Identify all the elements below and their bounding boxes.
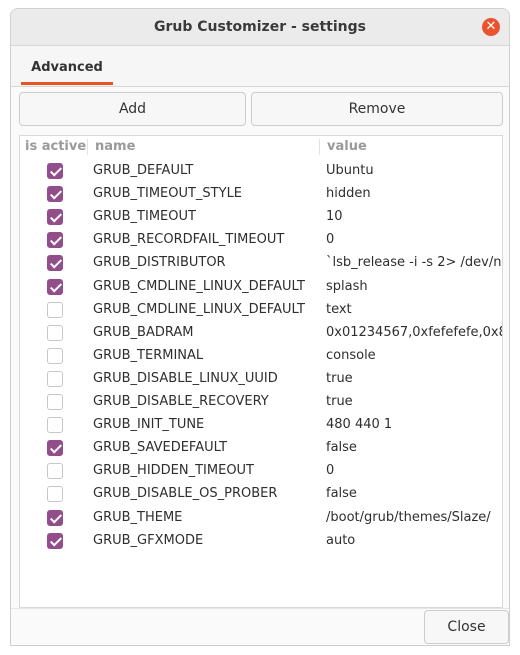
setting-name[interactable]: GRUB_DISTRIBUTOR — [93, 255, 226, 270]
active-checkbox[interactable] — [47, 163, 63, 179]
table-row[interactable]: GRUB_BADRAM 0x01234567,0xfefefefe,0x8 — [20, 322, 502, 345]
setting-name[interactable]: GRUB_INIT_TUNE — [93, 417, 204, 432]
setting-name[interactable]: GRUB_THEME — [93, 510, 182, 525]
table-row[interactable]: GRUB_TIMEOUT_STYLE hidden — [20, 183, 502, 206]
setting-value[interactable]: 0 — [326, 232, 334, 247]
active-checkbox[interactable] — [47, 417, 63, 434]
add-button[interactable]: Add — [19, 92, 246, 126]
table-row[interactable]: GRUB_RECORDFAIL_TIMEOUT 0 — [20, 229, 502, 252]
column-separator — [319, 139, 320, 155]
column-header-value[interactable]: value — [327, 139, 367, 154]
active-checkbox[interactable] — [47, 440, 63, 457]
setting-value[interactable]: 0x01234567,0xfefefefe,0x8 — [326, 325, 502, 340]
setting-name[interactable]: GRUB_CMDLINE_LINUX_DEFAULT — [93, 279, 305, 294]
table-row[interactable]: GRUB_GFXMODE auto — [20, 530, 502, 553]
setting-name[interactable]: GRUB_CMDLINE_LINUX_DEFAULT — [93, 302, 305, 317]
active-checkbox[interactable] — [47, 463, 63, 480]
setting-value[interactable]: true — [326, 371, 353, 386]
setting-name[interactable]: GRUB_DISABLE_RECOVERY — [93, 394, 269, 409]
column-header-active[interactable]: is active — [25, 139, 86, 154]
window-close-icon[interactable]: ✕ — [482, 18, 500, 36]
setting-name[interactable]: GRUB_SAVEDEFAULT — [93, 440, 227, 455]
setting-value[interactable]: `lsb_release -i -s 2> /dev/nu — [326, 255, 502, 270]
table-row[interactable]: GRUB_DISABLE_LINUX_UUID true — [20, 368, 502, 391]
setting-name[interactable]: GRUB_BADRAM — [93, 325, 193, 340]
setting-value[interactable]: 0 — [326, 463, 334, 478]
setting-name[interactable]: GRUB_RECORDFAIL_TIMEOUT — [93, 232, 284, 247]
setting-name[interactable]: GRUB_DEFAULT — [93, 163, 193, 178]
setting-value[interactable]: 480 440 1 — [326, 417, 392, 432]
active-checkbox[interactable] — [47, 278, 63, 295]
active-checkbox[interactable] — [47, 232, 63, 249]
active-checkbox[interactable] — [47, 255, 63, 272]
title-bar: Grub Customizer - settings ✕ — [11, 9, 509, 46]
active-checkbox[interactable] — [47, 186, 63, 203]
close-button[interactable]: Close — [424, 610, 509, 644]
setting-value[interactable]: console — [326, 348, 376, 363]
setting-name[interactable]: GRUB_TIMEOUT — [93, 209, 196, 224]
table-row[interactable]: GRUB_TERMINAL console — [20, 345, 502, 368]
tab-advanced[interactable]: Advanced — [21, 56, 113, 85]
settings-table: is active name value GRUB_DEFAULT Ubuntu G… — [19, 135, 503, 608]
setting-value[interactable]: 10 — [326, 209, 343, 224]
window-title: Grub Customizer - settings — [154, 19, 366, 35]
setting-name[interactable]: GRUB_DISABLE_LINUX_UUID — [93, 371, 278, 386]
table-row[interactable]: GRUB_DISABLE_RECOVERY true — [20, 391, 502, 414]
column-header-name[interactable]: name — [95, 139, 135, 154]
setting-value[interactable]: text — [326, 302, 352, 317]
table-row[interactable]: GRUB_DISABLE_OS_PROBER false — [20, 483, 502, 506]
tab-bar: Advanced — [11, 46, 509, 87]
footer-divider — [11, 608, 509, 609]
setting-value[interactable]: Ubuntu — [326, 163, 374, 178]
settings-window: Grub Customizer - settings ✕ Advanced Ad… — [10, 8, 510, 646]
setting-name[interactable]: GRUB_HIDDEN_TIMEOUT — [93, 463, 254, 478]
table-row[interactable]: GRUB_HIDDEN_TIMEOUT 0 — [20, 460, 502, 483]
setting-name[interactable]: GRUB_GFXMODE — [93, 533, 203, 548]
active-checkbox[interactable] — [47, 347, 63, 364]
table-header: is active name value — [20, 136, 502, 158]
active-checkbox[interactable] — [47, 324, 63, 341]
table-row[interactable]: GRUB_TIMEOUT 10 — [20, 206, 502, 229]
setting-name[interactable]: GRUB_TERMINAL — [93, 348, 203, 363]
table-row[interactable]: GRUB_CMDLINE_LINUX_DEFAULT splash — [20, 276, 502, 299]
active-checkbox[interactable] — [47, 301, 63, 318]
table-row[interactable]: GRUB_DEFAULT Ubuntu — [20, 160, 502, 183]
advanced-panel: Add Remove is active name value GRUB_DEF… — [11, 87, 509, 645]
active-checkbox[interactable] — [47, 486, 63, 503]
table-row[interactable]: GRUB_CMDLINE_LINUX_DEFAULT text — [20, 299, 502, 322]
active-checkbox[interactable] — [47, 370, 63, 387]
setting-value[interactable]: /boot/grub/themes/Slaze/ — [326, 510, 491, 525]
table-row[interactable]: GRUB_SAVEDEFAULT false — [20, 437, 502, 460]
active-checkbox[interactable] — [47, 394, 63, 410]
setting-value[interactable]: splash — [326, 279, 368, 294]
setting-value[interactable]: hidden — [326, 186, 371, 201]
table-row[interactable]: GRUB_THEME/boot/grub/themes/Slaze/ — [20, 507, 502, 530]
active-checkbox[interactable] — [47, 532, 63, 549]
column-separator — [87, 139, 88, 155]
active-checkbox[interactable] — [47, 209, 63, 226]
table-row[interactable]: GRUB_DISTRIBUTOR `lsb_release -i -s 2> /d… — [20, 252, 502, 275]
active-checkbox[interactable] — [47, 509, 63, 526]
setting-name[interactable]: GRUB_TIMEOUT_STYLE — [93, 186, 242, 201]
remove-button[interactable]: Remove — [251, 92, 503, 126]
setting-value[interactable]: false — [326, 486, 357, 501]
table-row[interactable]: GRUB_INIT_TUNE 480 440 1 — [20, 414, 502, 437]
setting-name[interactable]: GRUB_DISABLE_OS_PROBER — [93, 486, 277, 501]
setting-value[interactable]: false — [326, 440, 357, 455]
setting-value[interactable]: auto — [326, 533, 355, 548]
setting-value[interactable]: true — [326, 394, 353, 409]
